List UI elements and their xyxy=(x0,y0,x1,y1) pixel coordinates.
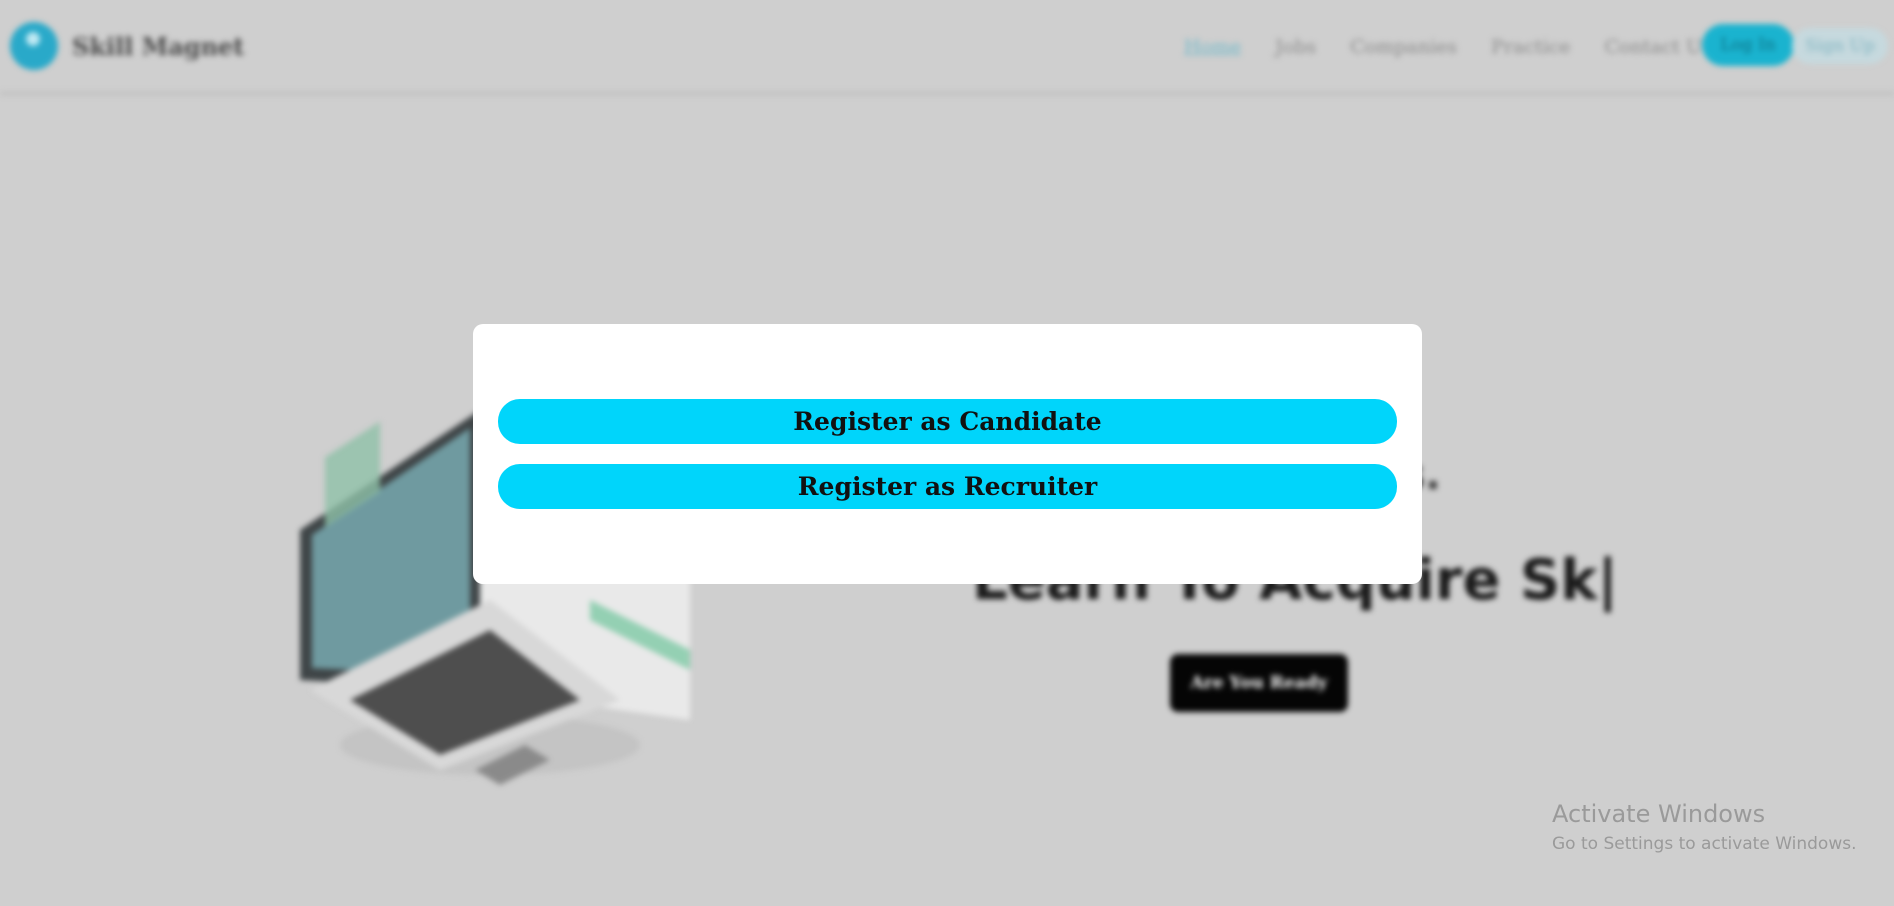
register-recruiter-button[interactable]: Register as Recruiter xyxy=(498,464,1397,509)
are-you-ready-button[interactable]: Are You Ready xyxy=(1170,654,1348,712)
nav-link-companies[interactable]: Companies xyxy=(1350,36,1457,58)
watermark-subtitle: Go to Settings to activate Windows. xyxy=(1552,834,1857,854)
nav-link-home[interactable]: Home xyxy=(1184,36,1241,58)
brand-logo-icon xyxy=(10,22,58,70)
nav-link-practice[interactable]: Practice xyxy=(1491,36,1570,58)
login-button[interactable]: Log In xyxy=(1702,24,1794,66)
brand-name: Skill Magnet xyxy=(72,31,245,61)
signup-button[interactable]: Sign Up xyxy=(1792,28,1888,64)
nav-links: Home Jobs Companies Practice Contact Us xyxy=(1184,30,1746,64)
nav-link-contact[interactable]: Contact Us xyxy=(1604,36,1711,58)
register-candidate-button[interactable]: Register as Candidate xyxy=(498,399,1397,444)
navbar: Skill Magnet Home Jobs Companies Practic… xyxy=(0,0,1894,95)
windows-activation-watermark: Activate Windows Go to Settings to activ… xyxy=(1552,800,1857,854)
register-modal: Register as Candidate Register as Recrui… xyxy=(473,324,1422,584)
watermark-title: Activate Windows xyxy=(1552,800,1766,828)
nav-link-jobs[interactable]: Jobs xyxy=(1275,36,1316,58)
brand[interactable]: Skill Magnet xyxy=(10,20,244,72)
